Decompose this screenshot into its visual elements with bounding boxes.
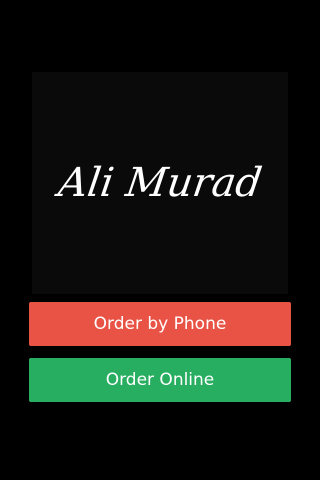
order-online-label: Order Online [105,370,215,390]
order-by-phone-label: Order by Phone [93,314,227,334]
order-online-button[interactable]: Order Online [29,358,291,402]
order-by-phone-button[interactable]: Order by Phone [29,302,291,346]
logo-panel: Ali Murad [32,72,288,294]
brand-logo-text: Ali Murad [55,160,265,206]
